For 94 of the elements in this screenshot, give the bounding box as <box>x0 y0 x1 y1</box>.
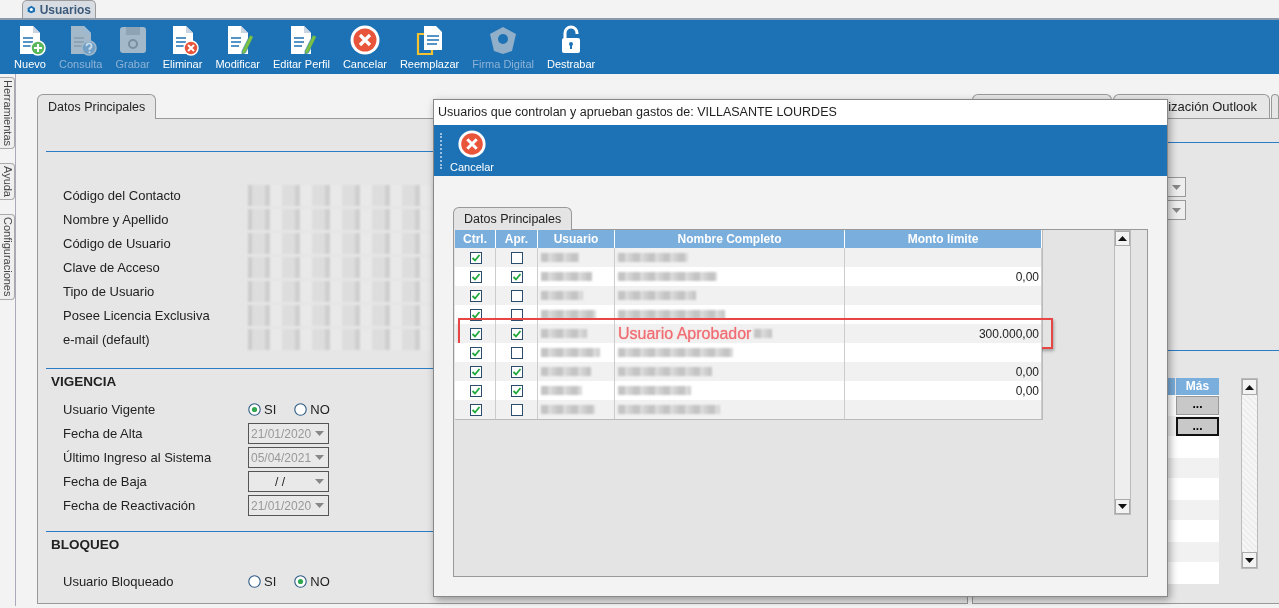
form-tab[interactable]: Datos Principales <box>37 94 157 119</box>
checkbox[interactable] <box>511 327 523 340</box>
blurred-text <box>541 348 600 357</box>
more-button[interactable]: ... <box>1176 396 1219 415</box>
field-label: Usuario Vigente <box>63 401 157 419</box>
table-cell: 0,00 <box>1015 269 1039 284</box>
blurred-text <box>541 272 592 281</box>
checkbox[interactable] <box>511 384 523 397</box>
checkbox[interactable] <box>469 346 482 359</box>
checkbox[interactable] <box>469 365 482 378</box>
radio-option[interactable]: SI <box>248 574 277 589</box>
field-label: Posee Licencia Exclusiva <box>63 307 211 325</box>
field-label: Usuario Bloqueado <box>63 573 175 591</box>
section-title: VIGENCIA <box>50 373 117 391</box>
field-label: Fecha de Baja <box>63 473 148 491</box>
cancel-button[interactable]: Cancelar <box>448 128 497 173</box>
blurred-text <box>541 329 587 338</box>
checkbox[interactable] <box>469 308 482 321</box>
toolbar-button[interactable]: Destrabar <box>543 21 599 73</box>
checkbox[interactable] <box>511 270 523 283</box>
column-header: Usuario <box>538 230 615 248</box>
column-header: Más <box>1176 378 1219 395</box>
blurred-text <box>541 253 579 262</box>
dialog-title: Usuarios que controlan y aprueban gastos de: VILLASANTE LOURDES <box>434 100 1167 125</box>
checkbox[interactable] <box>469 384 482 397</box>
checkbox[interactable] <box>511 308 523 321</box>
column-header <box>1168 378 1175 395</box>
field-label: Fecha de Reactivación <box>63 497 197 515</box>
more-button[interactable]: ... <box>1176 417 1219 436</box>
dropdown-caret-icon[interactable] <box>1171 207 1181 213</box>
radio-option[interactable]: SI <box>248 402 277 417</box>
section-title: BLOQUEO <box>50 536 120 554</box>
toolbar-button[interactable]: Nuevo <box>11 21 49 73</box>
radio-button[interactable] <box>294 403 308 416</box>
radio-option[interactable]: NO <box>294 574 330 589</box>
blurred-text <box>618 253 688 262</box>
checkbox[interactable] <box>469 403 482 416</box>
field-label: Clave de Acceso <box>63 259 161 277</box>
toolbar-button[interactable]: Editar Perfil <box>270 21 333 73</box>
scrollbar[interactable] <box>1114 230 1131 515</box>
table-cell: 0,00 <box>1015 364 1039 379</box>
checkbox[interactable] <box>511 251 523 264</box>
radio-option[interactable]: NO <box>294 402 330 417</box>
field-label: e-mail (default) <box>63 331 151 349</box>
blurred-text <box>541 386 582 395</box>
scroll-down-icon[interactable] <box>1118 504 1127 509</box>
blurred-text <box>541 310 596 319</box>
column-header: Monto límite <box>845 230 1042 248</box>
checkbox[interactable] <box>511 289 523 302</box>
checkbox[interactable] <box>469 289 482 302</box>
field-label: Nombre y Apellido <box>63 211 170 229</box>
column-header: Ctrl. <box>455 230 496 248</box>
radio-button[interactable] <box>248 403 261 416</box>
app-logo-icon <box>27 3 36 16</box>
checkbox[interactable] <box>469 270 482 283</box>
checkbox[interactable] <box>469 327 482 340</box>
field-label: Código de Usuario <box>63 235 172 253</box>
blurred-text <box>754 329 773 338</box>
scrollbar[interactable] <box>1241 378 1258 569</box>
blurred-text <box>541 367 591 376</box>
dropdown-caret-icon[interactable] <box>1171 184 1181 190</box>
blurred-text <box>541 291 583 300</box>
side-tab[interactable]: Ayuda <box>0 163 15 201</box>
scroll-up-icon[interactable] <box>1118 236 1127 241</box>
dropdown-caret-icon[interactable] <box>315 479 324 484</box>
cancel-icon <box>457 128 487 159</box>
side-tab[interactable]: Herramientas <box>0 77 15 150</box>
dialog-tab[interactable]: Datos Principales <box>453 207 573 230</box>
toolbar-button[interactable]: Eliminar <box>159 21 206 73</box>
scroll-down-icon[interactable] <box>1245 557 1254 563</box>
annotation-text: Usuario Aprobador <box>618 324 752 343</box>
toolbar-button[interactable]: Modificar <box>212 21 264 73</box>
checkbox[interactable] <box>511 403 523 416</box>
toolbar-button[interactable]: Cancelar <box>339 21 390 73</box>
field-label: Tipo de Usuario <box>63 283 156 301</box>
field-label: Fecha de Alta <box>63 425 144 443</box>
field-label: Código del Contacto <box>63 187 182 205</box>
checkbox[interactable] <box>511 346 523 359</box>
date-field[interactable]: / / <box>248 471 329 492</box>
column-header: Nombre Completo <box>615 230 845 248</box>
column-header: Apr. <box>496 230 538 248</box>
toolbar-button[interactable]: Reemplazar <box>396 21 463 73</box>
scroll-up-icon[interactable] <box>1245 384 1254 390</box>
cancel-icon <box>348 24 381 56</box>
field-label: Último Ingreso al Sistema <box>63 449 213 467</box>
app-tab[interactable]: Usuarios <box>22 0 96 18</box>
table-cell: 0,00 <box>1015 383 1039 398</box>
blurred-text <box>541 405 595 414</box>
side-tab[interactable]: Configuraciones <box>0 214 15 300</box>
checkbox[interactable] <box>511 365 523 378</box>
radio-button[interactable] <box>248 575 261 588</box>
checkbox[interactable] <box>469 251 482 264</box>
table-cell: 300.000,00 <box>978 326 1039 341</box>
radio-button[interactable] <box>294 575 308 588</box>
